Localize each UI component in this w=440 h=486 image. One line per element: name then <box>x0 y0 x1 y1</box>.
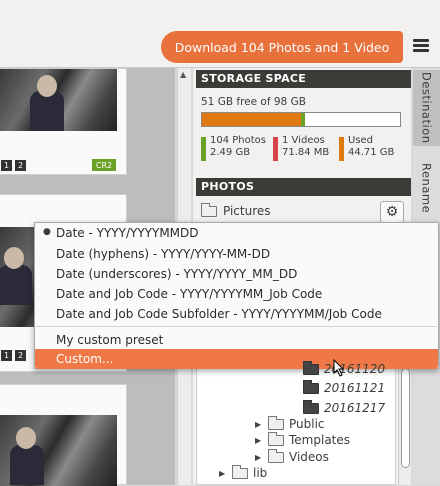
menu-item-date-job-code-subfolder[interactable]: Date and Job Code Subfolder - YYYY/YYYYM… <box>56 307 382 321</box>
photo-thumbnail <box>0 415 117 486</box>
tree-item[interactable]: ▶ Templates <box>255 431 351 447</box>
storage-header: STORAGE SPACE <box>196 70 411 88</box>
tab-rename[interactable]: Rename <box>413 156 440 220</box>
tab-destination[interactable]: Destination <box>413 70 440 146</box>
folder-icon <box>201 202 217 217</box>
subfolder-preset-menu: ● Date - YYYY/YYYYMMDD Date (hyphens) - … <box>34 222 439 369</box>
download-button[interactable]: Download 104 Photos and 1 Video <box>161 31 403 63</box>
tree-item-label: Videos <box>289 450 329 464</box>
tree-item-label: Templates <box>289 433 351 447</box>
tree-item[interactable]: 20161121 <box>303 379 386 395</box>
folder-label: Pictures <box>223 204 271 218</box>
tree-item-label: 20161121 <box>324 381 386 395</box>
scrollbar-thumb[interactable] <box>401 368 410 468</box>
tree-item[interactable]: ▶ lib <box>219 464 268 480</box>
folder-icon <box>303 379 319 394</box>
format-badge: CR2 <box>92 159 116 171</box>
photos-header: PHOTOS <box>196 178 411 196</box>
legend-photos: 104 Photos 2.49 GB <box>201 135 266 161</box>
tree-scrollbar[interactable] <box>398 358 411 485</box>
folder-icon <box>268 448 284 463</box>
menu-item-date-hyphens[interactable]: Date (hyphens) - YYYY/YYYY-MM-DD <box>56 247 270 261</box>
hamburger-menu-icon[interactable] <box>413 39 429 53</box>
legend-used: Used 44.71 GB <box>339 135 394 161</box>
tree-item-label: lib <box>253 466 268 480</box>
scroll-up-icon[interactable]: ▲ <box>180 70 186 79</box>
folder-icon <box>303 360 319 375</box>
photos-folder[interactable]: Pictures <box>201 202 271 218</box>
mouse-cursor-icon <box>333 359 345 377</box>
menu-separator <box>36 326 437 327</box>
videos-segment <box>301 113 305 126</box>
menu-item-custom-label: Custom... <box>56 352 114 366</box>
expand-arrow-icon[interactable]: ▶ <box>219 469 227 478</box>
photo-thumbnail <box>0 69 117 131</box>
tree-item-label: 20161217 <box>324 401 386 415</box>
top-toolbar: Download 104 Photos and 1 Video <box>0 0 440 68</box>
selected-bullet-icon: ● <box>43 227 51 237</box>
legend-videos: 1 Videos 71.84 MB <box>273 135 329 161</box>
menu-item-custom-preset[interactable]: My custom preset <box>56 333 163 347</box>
storage-usage-bar <box>201 112 401 127</box>
gear-icon[interactable]: ⚙ <box>380 201 404 223</box>
folder-icon <box>268 415 284 430</box>
tree-item-label: Public <box>289 417 325 431</box>
number-badge: 1 <box>1 160 12 171</box>
tree-item[interactable]: 20161217 <box>303 399 386 415</box>
menu-item-date[interactable]: Date - YYYY/YYYYMMDD <box>56 226 199 240</box>
tree-item[interactable]: ▶ Videos <box>255 448 329 464</box>
menu-item-date-underscores[interactable]: Date (underscores) - YYYY/YYYY_MM_DD <box>56 267 297 281</box>
thumbnail-card[interactable]: 1 2 CR2 <box>0 68 127 175</box>
number-badge: 2 <box>15 350 26 361</box>
expand-arrow-icon[interactable]: ▶ <box>255 420 263 429</box>
folder-icon <box>232 464 248 479</box>
menu-item-date-job-code[interactable]: Date and Job Code - YYYY/YYYYMM_Job Code <box>56 287 322 301</box>
expand-arrow-icon[interactable]: ▶ <box>255 453 263 462</box>
folder-icon <box>303 399 319 414</box>
tree-item[interactable]: ▶ Public <box>255 415 325 431</box>
thumbnail-card[interactable] <box>0 384 127 486</box>
number-badge: 2 <box>15 160 26 171</box>
photos-segment <box>202 113 301 126</box>
number-badge: 1 <box>1 350 12 361</box>
folder-icon <box>268 431 284 446</box>
expand-arrow-icon[interactable]: ▶ <box>255 436 263 445</box>
storage-free-text: 51 GB free of 98 GB <box>201 96 306 108</box>
